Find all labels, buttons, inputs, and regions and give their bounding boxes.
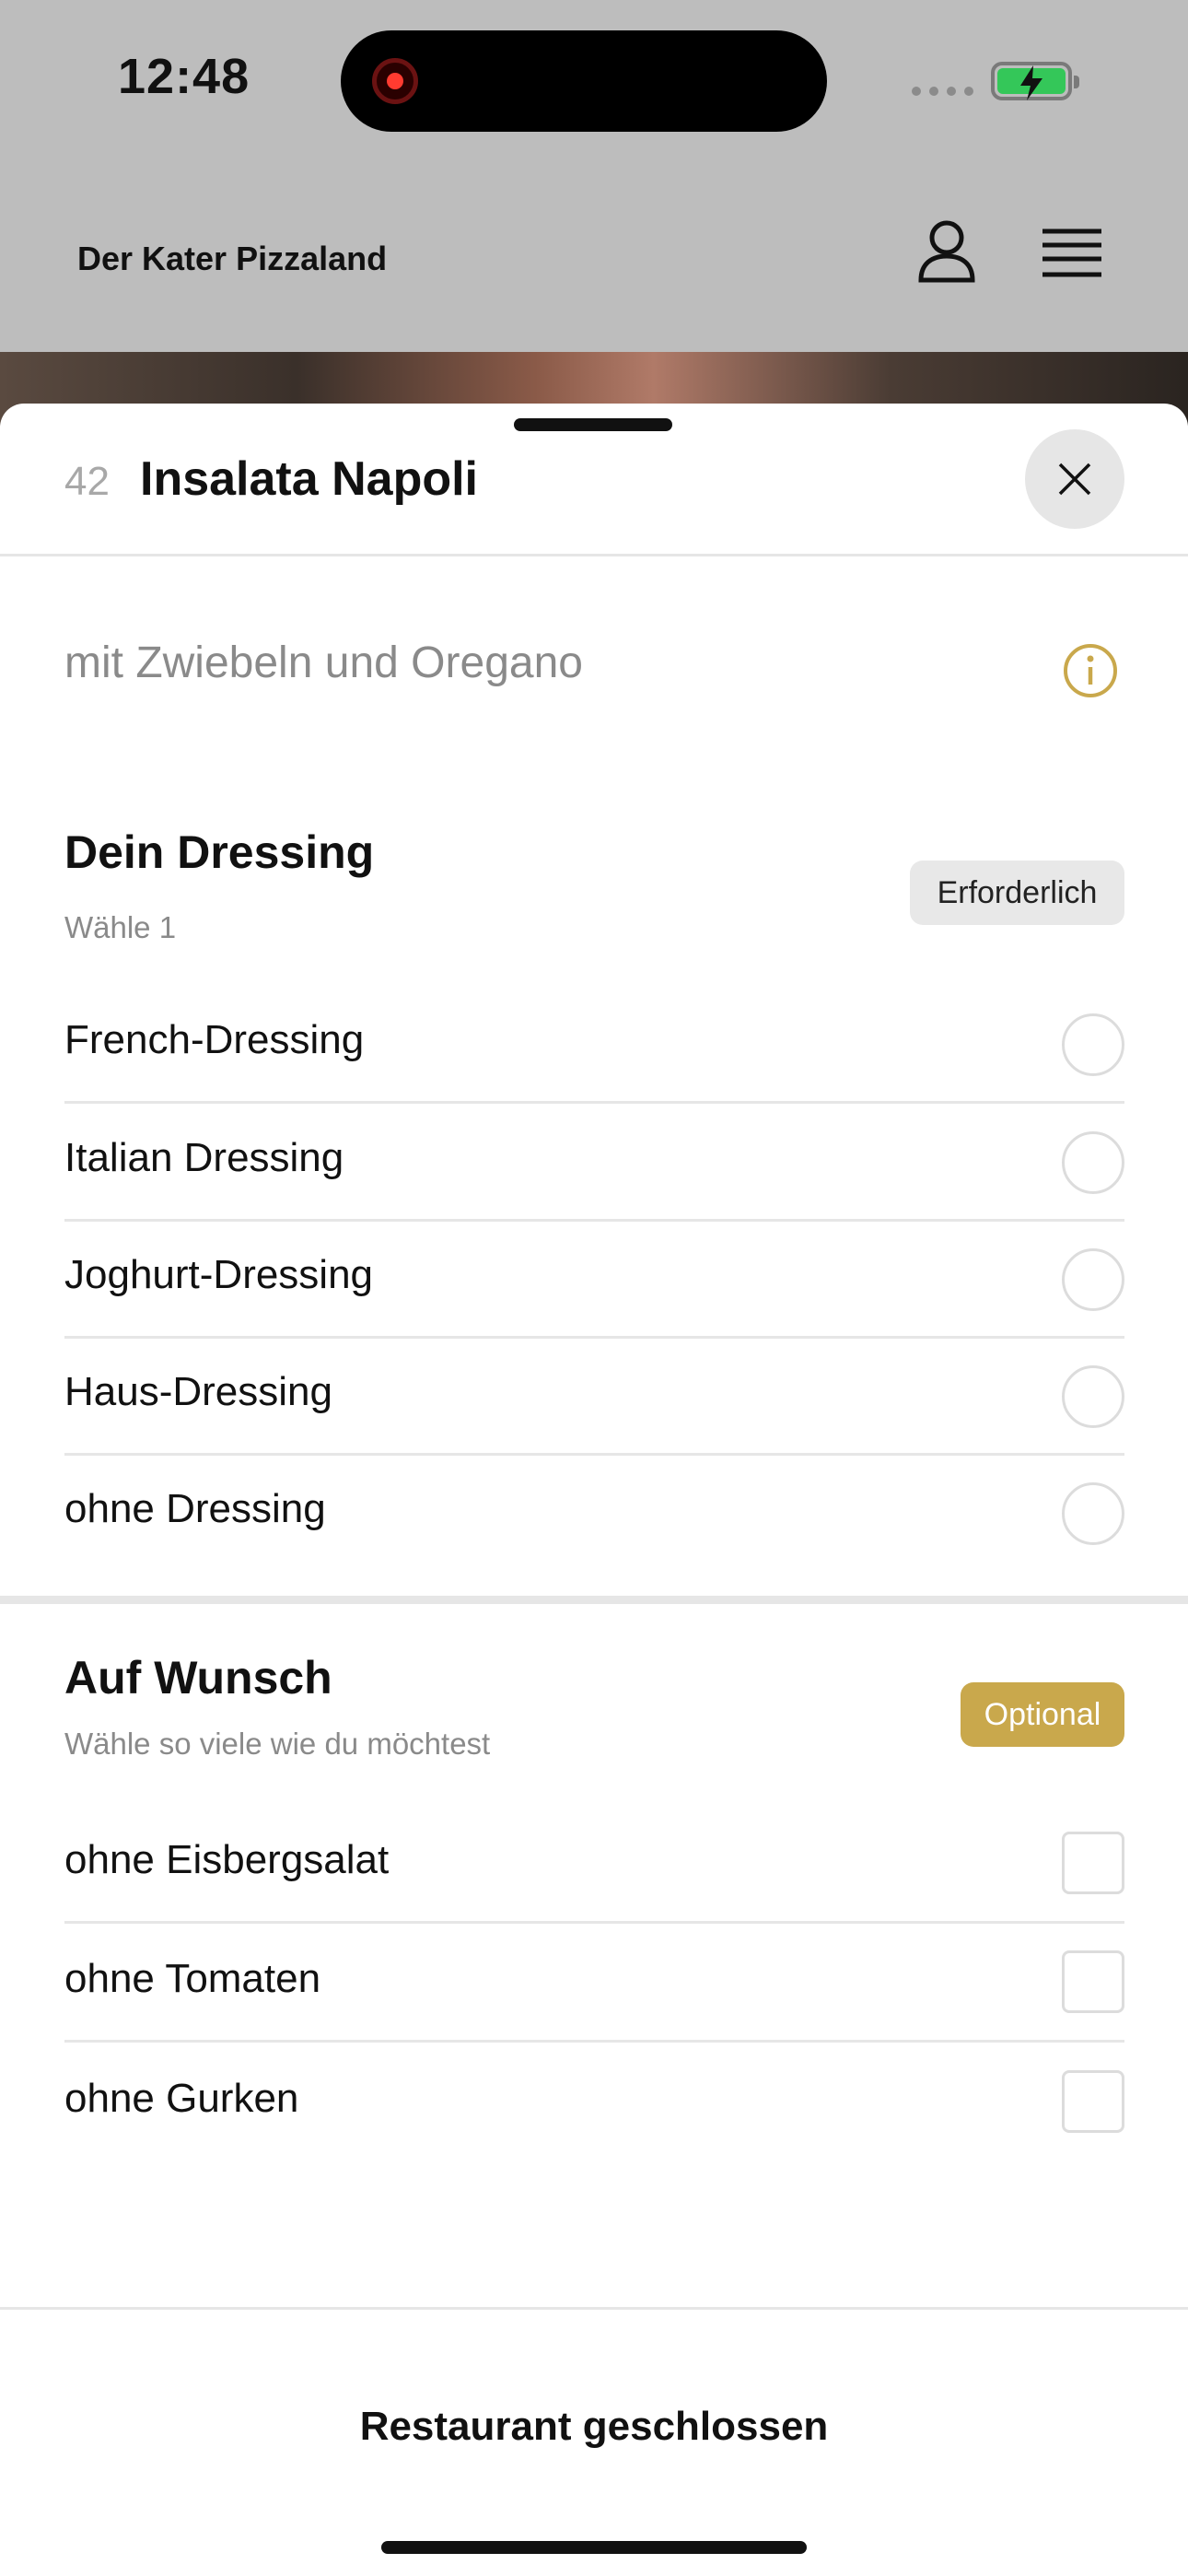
- home-indicator[interactable]: [381, 2541, 807, 2554]
- dressing-option[interactable]: Italian Dressing: [64, 1104, 1124, 1222]
- restaurant-name[interactable]: Der Kater Pizzaland: [77, 240, 387, 278]
- divider: [64, 1921, 1124, 1924]
- extras-section-subtitle: Wähle so viele wie du möchtest: [64, 1727, 491, 1761]
- info-icon[interactable]: [1063, 643, 1118, 703]
- dressing-option-label: Italian Dressing: [64, 1135, 344, 1180]
- recording-icon: [372, 58, 418, 104]
- item-sheet: 42 Insalata Napoli mit Zwiebeln und Oreg…: [0, 404, 1188, 2576]
- radio-button[interactable]: [1062, 1131, 1124, 1194]
- extras-option[interactable]: ohne Tomaten: [64, 1925, 1124, 2043]
- dressing-option-label: French-Dressing: [64, 1017, 365, 1062]
- optional-badge: Optional: [961, 1682, 1124, 1747]
- close-icon: [1058, 463, 1091, 496]
- restaurant-closed-label: Restaurant geschlossen: [359, 2404, 829, 2449]
- radio-button[interactable]: [1062, 1248, 1124, 1311]
- dressing-option[interactable]: ohne Dressing: [64, 1455, 1124, 1573]
- extras-option[interactable]: ohne Eisbergsalat: [64, 1806, 1124, 1924]
- radio-button[interactable]: [1062, 1482, 1124, 1545]
- status-time: 12:48: [118, 49, 250, 104]
- extras-option-label: ohne Tomaten: [64, 1956, 321, 2001]
- dressing-option[interactable]: French-Dressing: [64, 986, 1124, 1104]
- app-header: Der Kater Pizzaland: [0, 166, 1188, 352]
- radio-button[interactable]: [1062, 1013, 1124, 1076]
- section-divider: [0, 1596, 1188, 1604]
- extras-option[interactable]: ohne Gurken: [64, 2044, 1124, 2162]
- dynamic-island: [341, 30, 827, 132]
- checkbox[interactable]: [1062, 1950, 1124, 2013]
- sheet-header: 42 Insalata Napoli: [0, 404, 1188, 556]
- status-bar: 12:48: [0, 0, 1188, 166]
- required-badge: Erforderlich: [910, 861, 1124, 925]
- extras-option-label: ohne Gurken: [64, 2076, 299, 2121]
- dressing-section-title: Dein Dressing: [64, 826, 375, 878]
- close-button[interactable]: [1025, 429, 1124, 529]
- dressing-option[interactable]: Joghurt-Dressing: [64, 1221, 1124, 1339]
- checkbox[interactable]: [1062, 1832, 1124, 1894]
- signal-icon: [912, 87, 973, 96]
- dressing-option[interactable]: Haus-Dressing: [64, 1338, 1124, 1456]
- sheet-footer: Restaurant geschlossen: [0, 2307, 1188, 2576]
- battery-icon: [991, 62, 1079, 100]
- dressing-option-label: Haus-Dressing: [64, 1369, 332, 1414]
- divider: [64, 2040, 1124, 2043]
- radio-button[interactable]: [1062, 1365, 1124, 1428]
- item-title: Insalata Napoli: [140, 452, 478, 506]
- item-number: 42: [64, 459, 110, 504]
- extras-option-label: ohne Eisbergsalat: [64, 1837, 390, 1882]
- item-description: mit Zwiebeln und Oregano: [64, 638, 583, 687]
- dressing-option-label: ohne Dressing: [64, 1486, 326, 1531]
- menu-icon[interactable]: [1042, 228, 1101, 283]
- screen: 12:48 Der Kater Pizzaland 42 Insalata Na…: [0, 0, 1188, 2576]
- checkbox[interactable]: [1062, 2070, 1124, 2133]
- dressing-section-subtitle: Wähle 1: [64, 910, 177, 944]
- extras-section-title: Auf Wunsch: [64, 1652, 332, 1704]
- dressing-option-label: Joghurt-Dressing: [64, 1252, 374, 1297]
- user-icon[interactable]: [917, 219, 976, 288]
